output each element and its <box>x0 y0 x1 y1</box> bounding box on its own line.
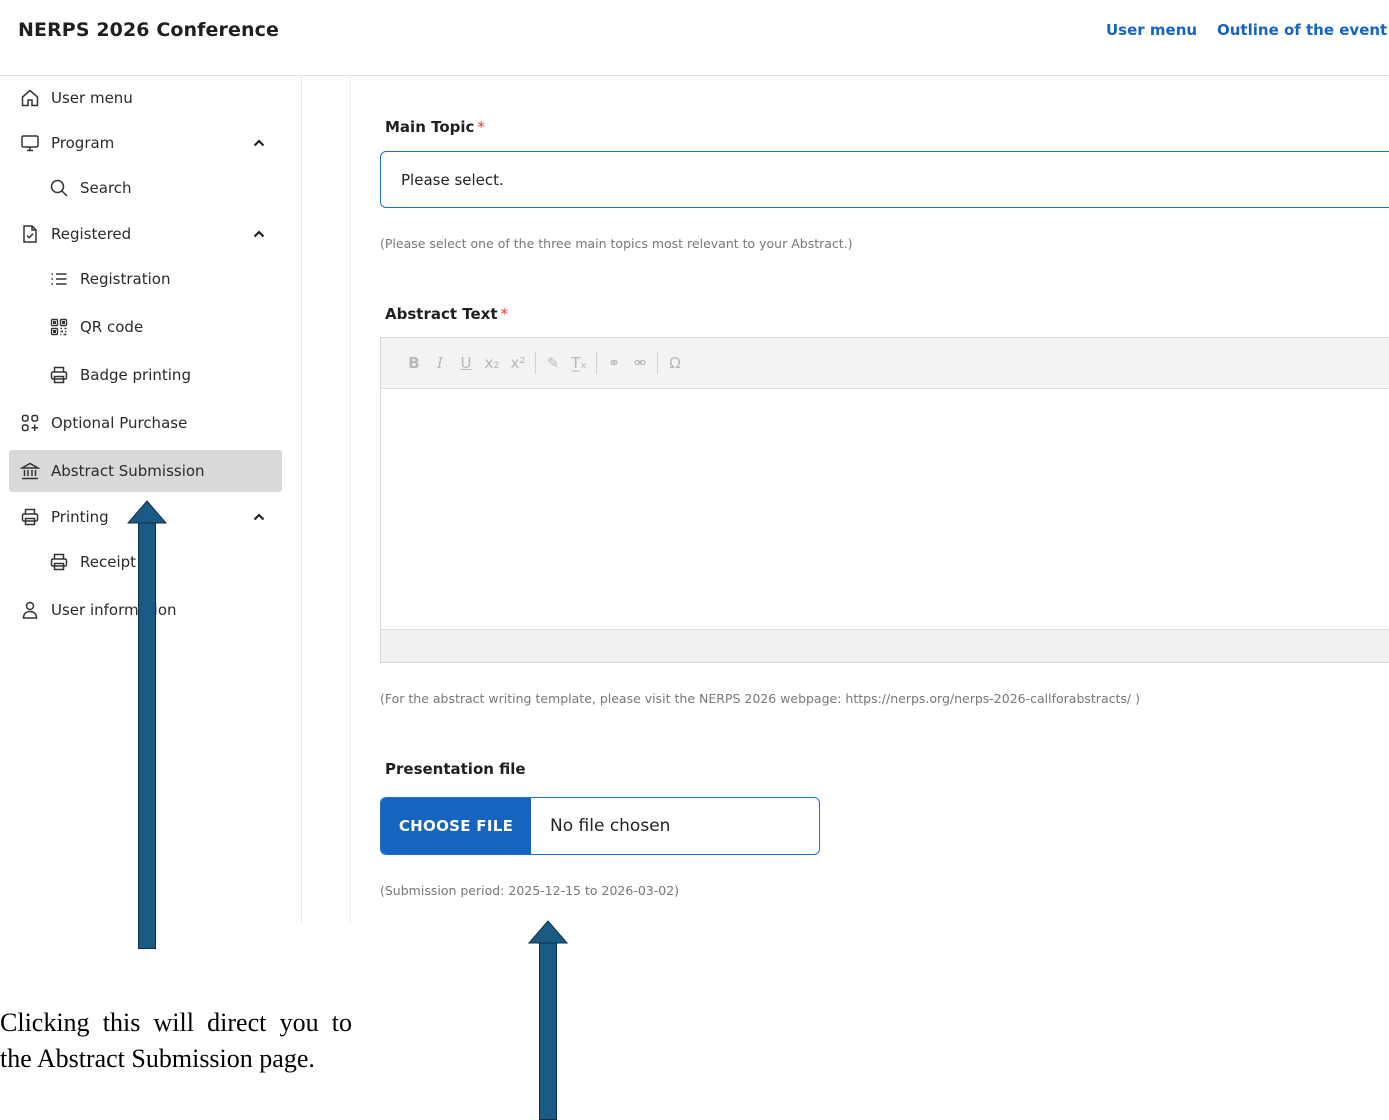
sidebar-item-label: Printing <box>51 508 109 526</box>
toolbar-separator <box>535 352 536 374</box>
apps-add-icon <box>19 412 41 434</box>
underline-button[interactable]: U <box>453 350 479 376</box>
sidebar-item-program[interactable]: Program <box>9 122 282 164</box>
printer-icon <box>48 551 70 573</box>
main-topic-value: Please select. <box>401 170 504 189</box>
abstract-text-label: Abstract Text * <box>385 305 509 323</box>
chevron-up-icon[interactable] <box>251 135 267 151</box>
list-icon <box>48 268 70 290</box>
sidebar-item-optional-purchase[interactable]: Optional Purchase <box>9 402 282 444</box>
toolbar-separator <box>657 352 658 374</box>
sidebar-item-registered[interactable]: Registered <box>9 213 282 255</box>
sidebar-item-label: User information <box>51 601 177 619</box>
sidebar-item-label: Abstract Submission <box>51 462 205 480</box>
copy-formatting-button[interactable]: ✎ <box>540 350 566 376</box>
document-check-icon <box>19 223 41 245</box>
annotation-caption: Clicking this will direct you to the Abs… <box>0 1008 352 1073</box>
chevron-up-icon[interactable] <box>251 226 267 242</box>
sidebar-item-label: Search <box>80 179 132 197</box>
chevron-up-icon[interactable] <box>251 509 267 525</box>
user-icon <box>19 599 41 621</box>
sidebar-item-badge-printing[interactable]: Badge printing <box>9 354 282 396</box>
toolbar-separator <box>596 352 597 374</box>
superscript-button[interactable]: x² <box>505 350 531 376</box>
bold-button[interactable]: B <box>401 350 427 376</box>
sidebar-item-user-menu[interactable]: User menu <box>9 77 282 119</box>
header-link-user-menu[interactable]: User menu <box>1106 21 1197 39</box>
main-topic-select[interactable]: Please select. <box>380 151 1389 208</box>
qr-code-icon <box>48 316 70 338</box>
remove-format-button[interactable]: T̲ₓ <box>566 350 592 376</box>
sidebar-item-label: Receipt <box>80 553 137 571</box>
arrow-shaft <box>138 520 156 949</box>
unlink-button[interactable]: ⚮ <box>627 350 653 376</box>
sidebar-item-label: Badge printing <box>80 366 191 384</box>
abstract-text-editor: B I U x₂ x² ✎ T̲ₓ ⚭ ⚮ Ω <box>380 337 1389 663</box>
sidebar-item-registration[interactable]: Registration <box>9 258 282 300</box>
arrow-head-up-icon <box>528 920 568 944</box>
search-icon <box>48 177 70 199</box>
sidebar-item-label: Program <box>51 134 115 152</box>
arrow-head-up-icon <box>127 500 167 524</box>
submission-period-hint: (Submission period: 2025-12-15 to 2026-0… <box>380 883 680 898</box>
app-title: NERPS 2026 Conference <box>18 19 279 41</box>
subscript-button[interactable]: x₂ <box>479 350 505 376</box>
home-icon <box>19 87 41 109</box>
sidebar-item-label: QR code <box>80 318 144 336</box>
sidebar-item-label: Registration <box>80 270 171 288</box>
editor-status-bar <box>381 629 1389 662</box>
required-mark: * <box>500 305 509 323</box>
sidebar-item-qr-code[interactable]: QR code <box>9 306 282 348</box>
monitor-icon <box>19 132 41 154</box>
italic-button[interactable]: I <box>427 350 453 376</box>
abstract-text-hint: (For the abstract writing template, plea… <box>380 691 1140 706</box>
sidebar-item-label: User menu <box>51 89 133 107</box>
link-button[interactable]: ⚭ <box>601 350 627 376</box>
presentation-file-label: Presentation file <box>385 760 526 778</box>
sidebar-item-label: Optional Purchase <box>51 414 188 432</box>
file-status-text: No file chosen <box>550 816 671 836</box>
printer-icon <box>48 364 70 386</box>
institution-icon <box>19 460 41 482</box>
presentation-file-input[interactable]: CHOOSE FILE No file chosen <box>380 797 820 855</box>
abstract-text-area[interactable] <box>381 389 1389 629</box>
printer-icon <box>19 506 41 528</box>
sidebar-item-search[interactable]: Search <box>9 167 282 209</box>
header-link-outline-of-event[interactable]: Outline of the event <box>1217 21 1387 39</box>
editor-toolbar: B I U x₂ x² ✎ T̲ₓ ⚭ ⚮ Ω <box>381 338 1389 389</box>
content-divider <box>350 77 351 922</box>
top-header: NERPS 2026 Conference User menu Outline … <box>0 0 1389 76</box>
sidebar-item-label: Registered <box>51 225 132 243</box>
arrow-shaft <box>539 940 557 1120</box>
main-topic-hint: (Please select one of the three main top… <box>380 236 853 251</box>
required-mark: * <box>477 118 485 136</box>
sidebar-item-abstract-submission[interactable]: Abstract Submission <box>9 450 282 492</box>
main-topic-label: Main Topic * <box>385 118 485 136</box>
special-character-button[interactable]: Ω <box>662 350 688 376</box>
choose-file-button[interactable]: CHOOSE FILE <box>381 798 531 854</box>
